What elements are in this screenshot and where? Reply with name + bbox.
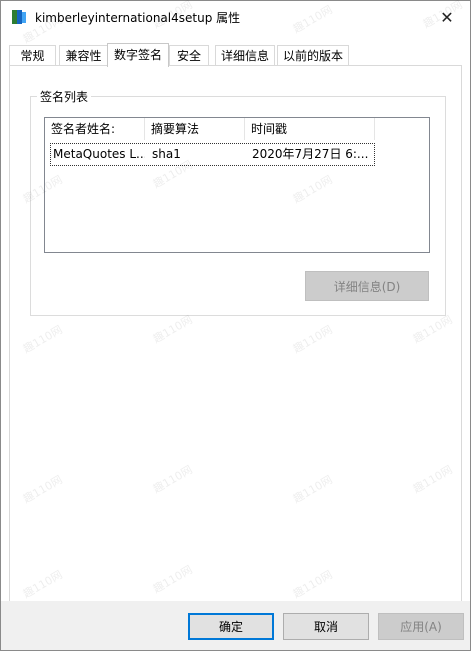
tab-security[interactable]: 安全 — [169, 45, 209, 66]
close-button[interactable]: ✕ — [424, 1, 470, 33]
tab-details[interactable]: 详细信息 — [215, 45, 275, 66]
column-digest-algorithm[interactable]: 摘要算法 — [145, 118, 245, 140]
timestamp-cell: 2020年7月27日 6:... — [252, 147, 369, 161]
digest-algorithm-cell: sha1 — [152, 147, 181, 161]
ok-button[interactable]: 确定 — [188, 613, 274, 640]
signature-listview[interactable]: 签名者姓名: 摘要算法 时间戳 MetaQuotes L... sha1 202… — [44, 117, 430, 253]
column-signer-name[interactable]: 签名者姓名: — [45, 118, 145, 140]
table-row[interactable]: MetaQuotes L... sha1 2020年7月27日 6:... — [50, 143, 375, 166]
listview-header: 签名者姓名: 摘要算法 时间戳 — [45, 118, 429, 140]
signer-name-cell: MetaQuotes L... — [53, 147, 145, 161]
tab-compatibility[interactable]: 兼容性 — [59, 45, 108, 66]
details-button[interactable]: 详细信息(D) — [305, 271, 429, 301]
tab-previous-versions[interactable]: 以前的版本 — [277, 45, 349, 66]
signature-list-label: 签名列表 — [37, 88, 92, 105]
digital-signatures-panel: 签名列表 签名者姓名: 摘要算法 时间戳 MetaQuotes L... sha… — [9, 65, 462, 603]
tab-digital-signatures[interactable]: 数字签名 — [107, 43, 169, 67]
tab-strip: 常规 兼容性 数字签名 安全 详细信息 以前的版本 — [9, 43, 461, 67]
properties-dialog: kimberleyinternational4setup 属性 ✕ 常规 兼容性… — [0, 0, 471, 651]
title-bar: kimberleyinternational4setup 属性 ✕ — [1, 1, 470, 33]
signature-list-group: 签名列表 签名者姓名: 摘要算法 时间戳 MetaQuotes L... sha… — [30, 88, 446, 316]
window-title: kimberleyinternational4setup 属性 — [35, 11, 241, 25]
dialog-footer: 确定 取消 应用(A) — [1, 601, 470, 650]
column-timestamp[interactable]: 时间戳 — [245, 118, 375, 140]
close-icon: ✕ — [440, 7, 454, 27]
tab-general[interactable]: 常规 — [9, 45, 56, 66]
setup-app-icon — [12, 10, 26, 24]
cancel-button[interactable]: 取消 — [283, 613, 369, 640]
apply-button[interactable]: 应用(A) — [378, 613, 464, 640]
